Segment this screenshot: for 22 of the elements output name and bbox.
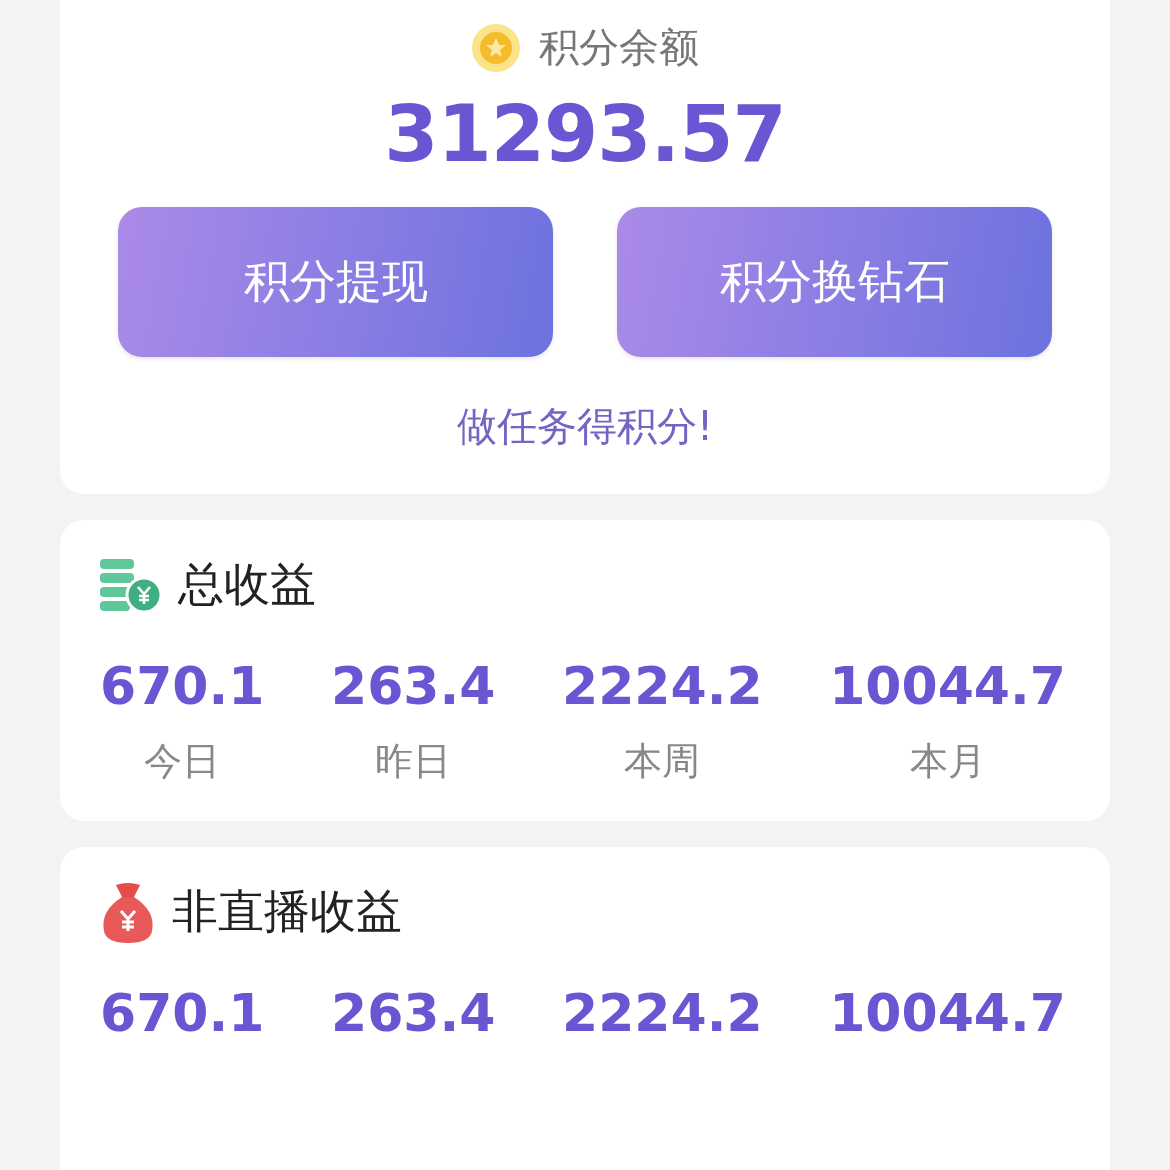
stat-value: 2224.2 xyxy=(561,656,763,716)
section-title: 总收益 xyxy=(178,556,316,613)
stat-label: 今日 xyxy=(144,738,221,785)
stat-value: 2224.2 xyxy=(561,983,763,1043)
stat-value: 263.4 xyxy=(331,656,496,716)
money-bag-icon xyxy=(100,881,156,943)
stat-label: 本周 xyxy=(624,738,701,785)
stat-label: 本月 xyxy=(909,738,986,785)
stat-value: 10044.7 xyxy=(829,983,1066,1043)
stat-label: 昨日 xyxy=(375,738,452,785)
stat-value: 10044.7 xyxy=(829,656,1066,716)
stat-value: 263.4 xyxy=(331,983,496,1043)
section-title: 非直播收益 xyxy=(172,883,402,940)
balance-amount: 31293.57 xyxy=(384,89,786,179)
action-button[interactable]: 积分提现 xyxy=(118,207,553,357)
stat-value: 670.1 xyxy=(100,656,265,716)
task-link[interactable]: 做任务得积分! xyxy=(456,399,713,454)
action-button[interactable]: 积分换钻石 xyxy=(617,207,1052,357)
balance-label: 积分余额 xyxy=(539,23,699,72)
coins-icon xyxy=(100,557,162,613)
coin-icon xyxy=(471,22,521,73)
stat-value: 670.1 xyxy=(100,983,265,1043)
